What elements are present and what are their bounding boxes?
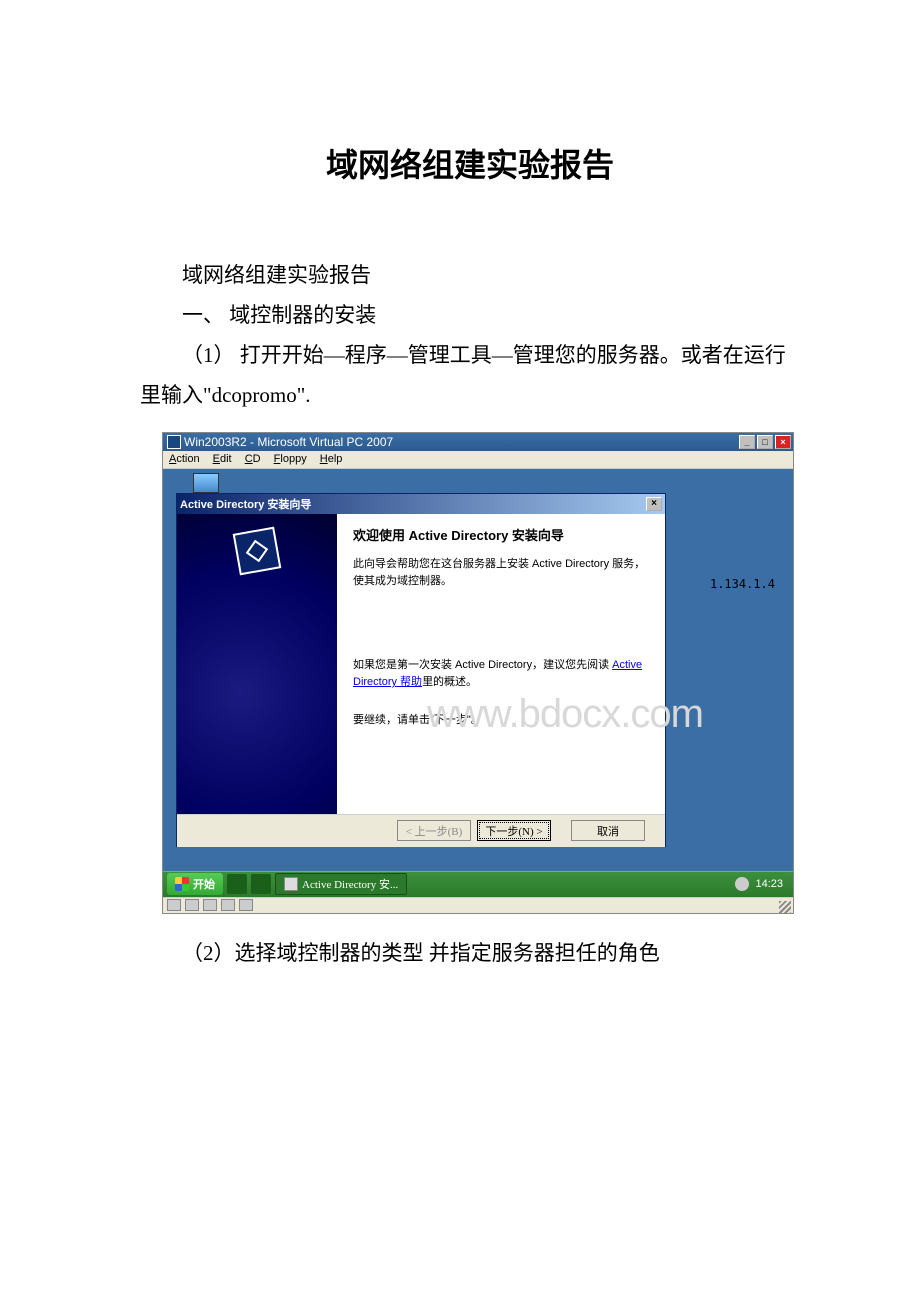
wizard-sidebar [177, 514, 337, 814]
status-icon-2 [185, 899, 199, 911]
taskbar-item-wizard[interactable]: Active Directory 安... [275, 873, 407, 895]
paragraph-step-2: （2）选择域控制器的类型 并指定服务器担任的角色 [140, 934, 800, 974]
wizard-titlebar: Active Directory 安装向导 × [177, 494, 665, 514]
close-button[interactable]: × [775, 435, 791, 449]
windows-logo-icon [175, 877, 189, 891]
wizard-sidebar-icon [233, 526, 282, 575]
start-label: 开始 [193, 876, 215, 892]
virtual-pc-window: Win2003R2 - Microsoft Virtual PC 2007 _ … [162, 432, 794, 914]
app-icon [167, 435, 181, 449]
ad-wizard-dialog: Active Directory 安装向导 × 欢迎使用 Active Dire… [176, 493, 666, 847]
status-icon-3 [203, 899, 217, 911]
vm-menu-bar: Action Edit CD Floppy Help [163, 451, 793, 469]
minimize-button[interactable]: _ [739, 435, 755, 449]
ip-address-label: 1.134.1.4 [710, 577, 775, 591]
clock: 14:23 [755, 878, 783, 890]
vm-title-text: Win2003R2 - Microsoft Virtual PC 2007 [184, 435, 393, 449]
quick-launch-icon-1[interactable] [227, 874, 247, 894]
wizard-footer: < 上一步(B) 下一步(N) > 取消 [177, 814, 665, 847]
taskbar: 开始 Active Directory 安... 14:23 [163, 871, 793, 897]
paragraph-intro: 域网络组建实验报告 [140, 256, 800, 296]
cancel-button[interactable]: 取消 [571, 820, 645, 841]
wizard-hint-2: 要继续，请单击"下一步"。 [353, 712, 649, 729]
back-button: < 上一步(B) [397, 820, 471, 841]
paragraph-section-1: 一、 域控制器的安装 [140, 296, 800, 336]
menu-cd[interactable]: CD [245, 453, 261, 465]
wizard-hint-1: 如果您是第一次安装 Active Directory，建议您先阅读 Active… [353, 657, 649, 690]
wizard-title-text: Active Directory 安装向导 [180, 496, 311, 512]
wizard-hint1-pre: 如果您是第一次安装 Active Directory，建议您先阅读 [353, 659, 612, 671]
vm-desktop: 1.134.1.4 Active Directory 安装向导 × 欢迎使用 A… [163, 469, 793, 913]
taskbar-item-label: Active Directory 安... [302, 876, 398, 892]
wizard-close-button[interactable]: × [646, 497, 662, 511]
next-button[interactable]: 下一步(N) > [477, 820, 551, 841]
menu-help[interactable]: Help [320, 453, 343, 465]
status-icon-1 [167, 899, 181, 911]
quick-launch-icon-2[interactable] [251, 874, 271, 894]
wizard-heading: 欢迎使用 Active Directory 安装向导 [353, 528, 649, 545]
wizard-content: 欢迎使用 Active Directory 安装向导 此向导会帮助您在这台服务器… [337, 514, 665, 814]
doc-title: 域网络组建实验报告 [140, 140, 800, 186]
desktop-icon[interactable] [193, 473, 219, 493]
taskbar-item-icon [284, 877, 298, 891]
status-icon-5 [239, 899, 253, 911]
wizard-description: 此向导会帮助您在这台服务器上安装 Active Directory 服务，使其成… [353, 556, 649, 589]
menu-action[interactable]: Action [169, 453, 200, 465]
system-tray: 14:23 [729, 877, 789, 891]
wizard-hint1-post: 里的概述。 [422, 676, 477, 688]
vm-status-bar [163, 897, 793, 913]
status-icon-4 [221, 899, 235, 911]
menu-floppy[interactable]: Floppy [274, 453, 307, 465]
menu-edit[interactable]: Edit [213, 453, 232, 465]
maximize-button[interactable]: □ [757, 435, 773, 449]
vm-titlebar: Win2003R2 - Microsoft Virtual PC 2007 _ … [163, 433, 793, 451]
start-button[interactable]: 开始 [167, 873, 223, 895]
tray-icon[interactable] [735, 877, 749, 891]
paragraph-step-1: （1） 打开开始—程序—管理工具—管理您的服务器。或者在运行里输入"dcopro… [140, 336, 800, 416]
resize-grip-icon[interactable] [779, 901, 791, 913]
